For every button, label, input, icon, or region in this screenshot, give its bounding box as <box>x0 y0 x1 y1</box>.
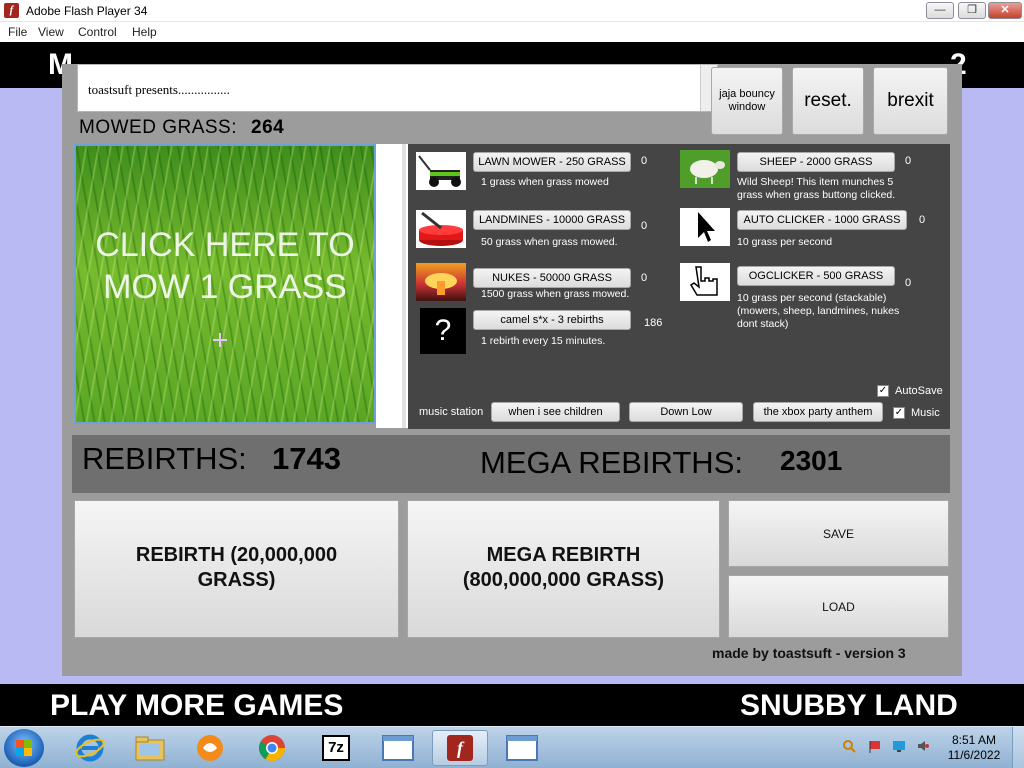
lawnmower-count: 0 <box>641 155 648 167</box>
flash-player-taskbar-icon[interactable]: f <box>432 730 488 766</box>
autosave-checkbox[interactable]: ✓ <box>877 385 889 397</box>
mega-rebirths-value: 2301 <box>780 445 843 476</box>
flash-icon: f <box>447 735 473 761</box>
flash-stage: M 2 toastsuft presents................ ▲… <box>0 42 1024 730</box>
menu-file[interactable]: File <box>8 25 27 39</box>
nukes-buy-button[interactable]: NUKES - 50000 GRASS <box>473 268 631 288</box>
uc-browser-icon[interactable] <box>182 730 238 766</box>
file-explorer-icon[interactable] <box>122 730 178 766</box>
arrow-cursor-icon <box>680 208 730 246</box>
ogclicker-desc: 10 grass per second (stackable) (mowers,… <box>737 292 900 330</box>
camel-desc: 1 rebirth every 15 minutes. <box>481 335 606 347</box>
grass-scrollbar <box>376 144 408 428</box>
clock-time: 8:51 AM <box>951 733 997 747</box>
lawnmower-icon <box>416 152 466 190</box>
title-bar: f Adobe Flash Player 34 — ❐ ✕ <box>0 0 1024 22</box>
nuke-explosion-icon <box>416 263 466 301</box>
track-down-low-button[interactable]: Down Low <box>629 402 743 422</box>
crosshair-cursor-icon <box>213 333 227 347</box>
window-title: Adobe Flash Player 34 <box>26 4 148 18</box>
game-panel: toastsuft presents................ ▲ ▼ j… <box>62 64 962 676</box>
bouncy-window-button[interactable]: jaja bouncy window <box>711 67 783 135</box>
mowed-grass-label: MOWED GRASS: <box>79 117 238 138</box>
music-station-label: music station <box>419 406 484 418</box>
camel-buy-button[interactable]: camel s*x - 3 rebirths <box>473 310 631 330</box>
7zip-label: 7z <box>322 735 350 761</box>
tray-search-icon[interactable] <box>842 739 856 756</box>
clock-date: 11/6/2022 <box>947 748 1001 762</box>
snubby-land-link[interactable]: SNUBBY LAND <box>740 689 958 723</box>
7zip-icon[interactable]: 7z <box>308 730 364 766</box>
minimize-button[interactable]: — <box>926 2 954 19</box>
menu-view[interactable]: View <box>38 25 64 39</box>
tray-flag-icon[interactable] <box>868 739 882 756</box>
landmine-icon <box>416 210 466 248</box>
ogclicker-buy-button[interactable]: OGCLICKER - 500 GRASS <box>737 266 895 286</box>
rebirth-stats: REBIRTHS: 1743 MEGA REBIRTHS: 2301 <box>72 435 950 493</box>
reset-button[interactable]: reset. <box>792 67 864 135</box>
track-xbox-party-anthem-button[interactable]: the xbox party anthem <box>753 402 883 422</box>
sheep-desc: Wild Sheep! This item munches 5 grass wh… <box>737 176 896 201</box>
mow-grass-button[interactable]: CLICK HERE TO MOW 1 GRASS <box>74 144 376 424</box>
close-button[interactable]: ✕ <box>988 2 1022 19</box>
music-checkbox[interactable]: ✓ <box>893 407 905 419</box>
start-button[interactable] <box>4 729 44 767</box>
lawnmower-desc: 1 grass when grass mowed <box>481 176 609 188</box>
menu-bar: File View Control Help <box>0 22 1024 42</box>
news-text: toastsuft presents................ <box>88 82 230 97</box>
camel-count: 186 <box>644 317 663 329</box>
clock[interactable]: 8:51 AM 11/6/2022 <box>944 733 1004 763</box>
rebirth-button[interactable]: REBIRTH (20,000,000 GRASS) <box>74 500 399 638</box>
lawnmower-buy-button[interactable]: LAWN MOWER - 250 GRASS <box>473 152 631 172</box>
load-button[interactable]: LOAD <box>728 575 949 638</box>
autoclicker-buy-button[interactable]: AUTO CLICKER - 1000 GRASS <box>737 210 907 230</box>
maximize-button[interactable]: ❐ <box>958 2 986 19</box>
question-mark-icon: ? <box>420 308 466 354</box>
nukes-desc: 1500 grass when grass mowed. <box>481 288 630 300</box>
internet-explorer-icon[interactable] <box>62 730 118 766</box>
hand-cursor-icon <box>680 263 730 301</box>
mowed-grass-counter: MOWED GRASS: 264 <box>79 117 284 139</box>
play-more-games-link[interactable]: PLAY MORE GAMES <box>50 689 343 723</box>
sheep-count: 0 <box>905 155 912 167</box>
menu-help[interactable]: Help <box>132 25 157 39</box>
window-app-icon[interactable] <box>370 730 426 766</box>
window-app-icon-2[interactable] <box>494 730 550 766</box>
rebirths-value: 1743 <box>272 441 341 476</box>
tray-volume-icon[interactable] <box>916 739 930 756</box>
brexit-button[interactable]: brexit <box>873 67 948 135</box>
ogclicker-count: 0 <box>905 277 912 289</box>
music-label: Music <box>911 407 940 419</box>
sheep-buy-button[interactable]: SHEEP - 2000 GRASS <box>737 152 895 172</box>
track-when-i-see-children-button[interactable]: when i see children <box>491 402 620 422</box>
mega-rebirth-button[interactable]: MEGA REBIRTH (800,000,000 GRASS) <box>407 500 720 638</box>
sheep-icon <box>680 150 730 188</box>
credit-text: made by toastsuft - version 3 <box>712 645 906 661</box>
autosave-label: AutoSave <box>895 385 943 397</box>
mowed-grass-value: 264 <box>251 117 285 138</box>
landmines-buy-button[interactable]: LANDMINES - 10000 GRASS <box>473 210 631 230</box>
nukes-count: 0 <box>641 272 648 284</box>
tray-network-icon[interactable] <box>892 739 906 756</box>
taskbar: 7z f 8:51 AM 11/6/2022 <box>0 726 1024 768</box>
shop-panel: LAWN MOWER - 250 GRASS 0 1 grass when gr… <box>408 144 950 429</box>
show-desktop-button[interactable] <box>1012 727 1024 768</box>
news-textbox: toastsuft presents................ ▲ ▼ <box>77 64 719 112</box>
chrome-icon[interactable] <box>244 730 300 766</box>
autoclicker-count: 0 <box>919 214 926 226</box>
menu-control[interactable]: Control <box>78 25 117 39</box>
mow-grass-text: CLICK HERE TO MOW 1 GRASS <box>95 226 355 306</box>
save-button[interactable]: SAVE <box>728 500 949 567</box>
landmines-count: 0 <box>641 220 648 232</box>
mega-rebirths-label: MEGA REBIRTHS: <box>480 445 743 480</box>
rebirths-label: REBIRTHS: <box>82 441 247 476</box>
bottom-banner: PLAY MORE GAMES SNUBBY LAND <box>0 684 1024 730</box>
flash-app-icon: f <box>4 3 19 18</box>
landmines-desc: 50 grass when grass mowed. <box>481 236 618 248</box>
autoclicker-desc: 10 grass per second <box>737 236 833 248</box>
